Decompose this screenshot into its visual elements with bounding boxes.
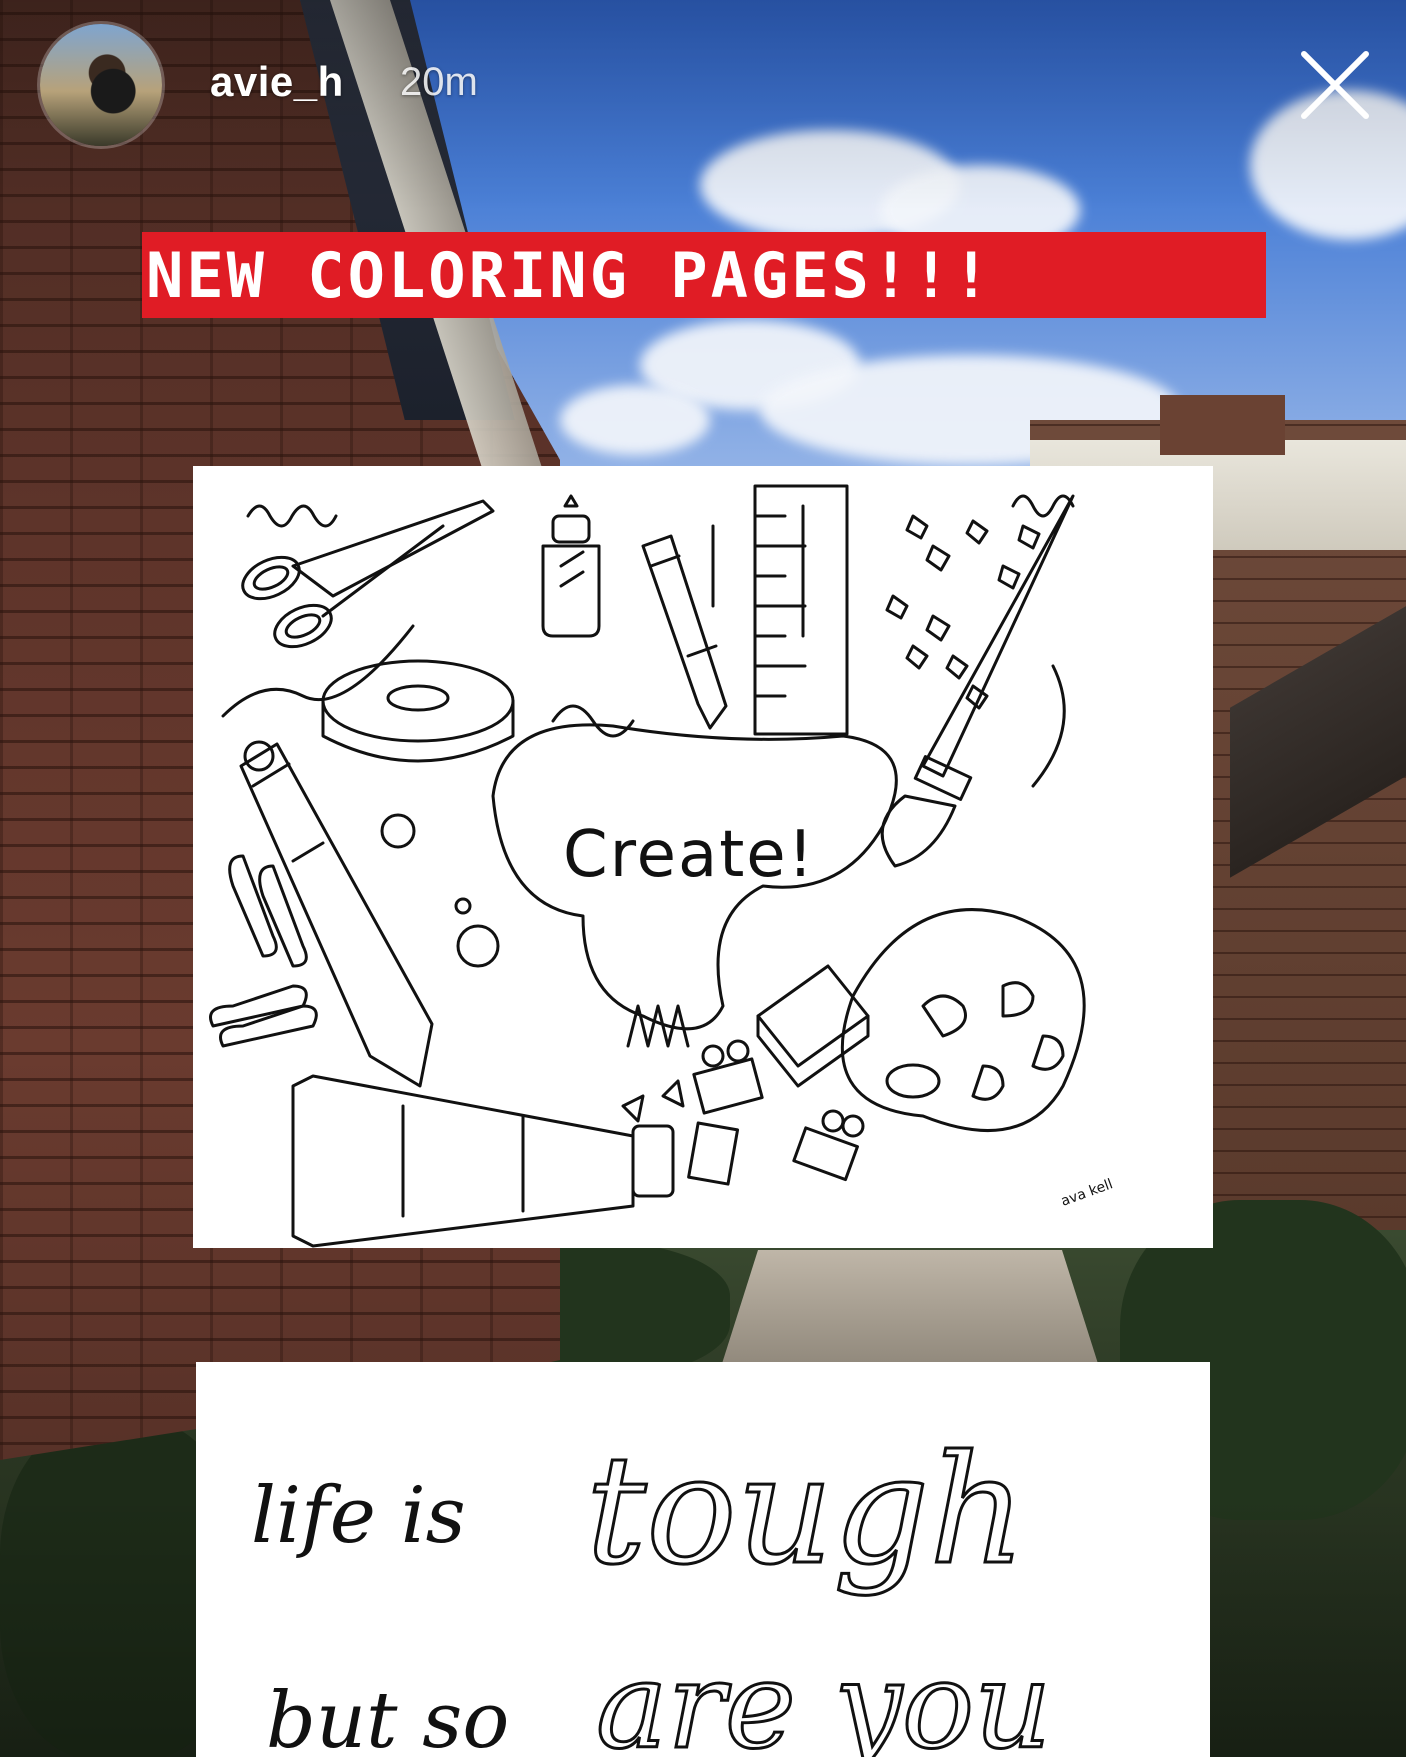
ruler-doodle — [753, 484, 849, 736]
zigzag-doodle — [626, 1004, 690, 1048]
lettering-tough: tough — [586, 1424, 1026, 1598]
paperclips-doodle — [209, 854, 318, 1048]
bubble-doodle — [456, 924, 500, 968]
paint-palette-doodle — [840, 908, 1086, 1133]
headline-text: NEW COLORING PAGES!!! — [146, 239, 993, 312]
bubble-doodle — [380, 813, 416, 849]
paint-tube-doodle — [291, 1074, 675, 1248]
glue-bottle-doodle — [541, 494, 601, 638]
coloring-page-tough: life is tough but so are you — [196, 1362, 1210, 1757]
binder-clips-doodle — [687, 1039, 865, 1186]
lettering-art: life is tough but so are you — [251, 1423, 1053, 1757]
sparkle-lines — [711, 504, 805, 638]
story-username[interactable]: avie_h — [210, 58, 344, 106]
squiggle-doodle — [246, 504, 338, 528]
artist-signature: ava kell — [1059, 1176, 1115, 1209]
lettering-are-you: are you — [596, 1637, 1051, 1757]
bubble-doodle — [454, 897, 472, 915]
lettering-but-so: but so — [266, 1676, 509, 1757]
story-timestamp: 20m — [400, 60, 478, 104]
create-word: Create! — [563, 818, 815, 892]
burst-doodle — [621, 1079, 685, 1123]
eraser-doodle — [756, 964, 870, 1088]
avatar[interactable] — [40, 24, 162, 146]
tape-roll-doodle — [321, 659, 515, 763]
close-button[interactable] — [1290, 40, 1380, 130]
close-icon — [1301, 51, 1369, 119]
lettering-life-is: life is — [251, 1471, 466, 1561]
squiggle-doodle — [551, 704, 635, 738]
paintbrush-doodle — [880, 494, 1075, 868]
push-pins-doodle — [885, 514, 1041, 710]
coloring-page-create: Create! ava kell — [193, 466, 1213, 1248]
create-doodle-art: Create! ava kell — [209, 484, 1115, 1248]
